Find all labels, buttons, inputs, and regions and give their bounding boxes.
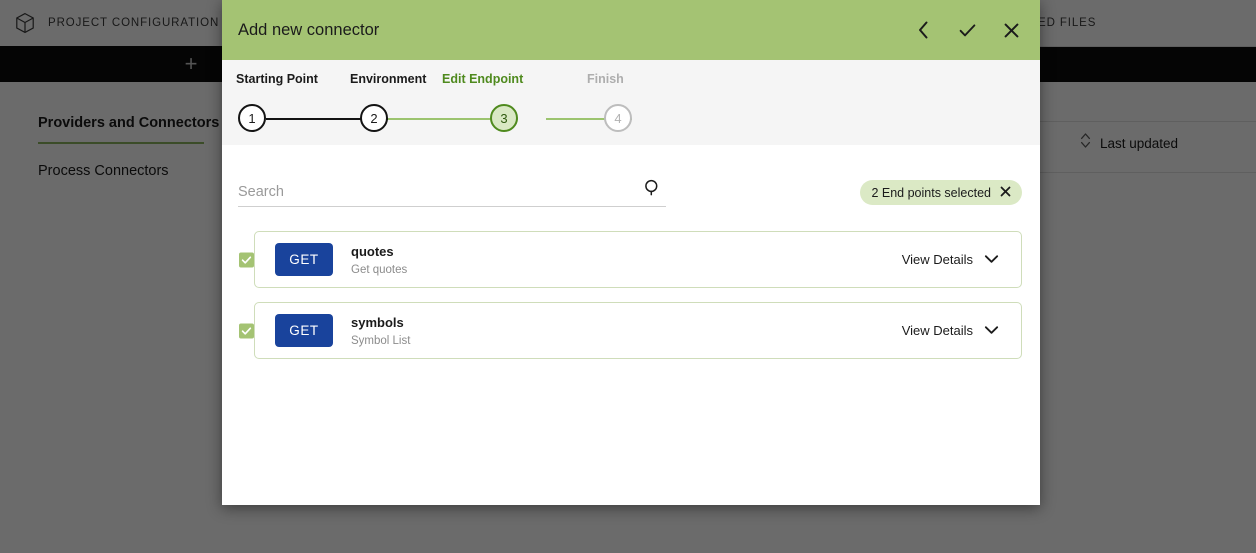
- selected-endpoints-chip-label: 2 End points selected: [871, 185, 991, 200]
- search-field[interactable]: [238, 179, 666, 207]
- endpoint-text: quotes Get quotes: [351, 243, 407, 276]
- step-node-3[interactable]: 3: [490, 104, 518, 132]
- view-details-button[interactable]: View Details: [902, 252, 999, 267]
- back-icon[interactable]: [912, 19, 934, 41]
- chevron-down-icon: [984, 323, 999, 338]
- view-details-label: View Details: [901, 252, 973, 267]
- add-connector-dialog: Add new connector Starting Point Environ…: [222, 0, 1040, 505]
- step-label-3: Edit Endpoint: [442, 72, 524, 86]
- view-details-label: View Details: [901, 323, 973, 338]
- endpoint-description: Get quotes: [351, 264, 408, 276]
- endpoint-checkbox[interactable]: [239, 323, 254, 338]
- dialog-body: 2 End points selected GET qu: [222, 145, 1040, 505]
- close-icon[interactable]: [1000, 19, 1022, 41]
- step-label-4: Finish: [587, 72, 624, 86]
- wizard-stepper: Starting Point Environment Edit Endpoint…: [222, 60, 1040, 145]
- step-node-2[interactable]: 2: [360, 104, 388, 132]
- endpoint-name: quotes: [351, 244, 394, 259]
- endpoint-name: symbols: [351, 315, 404, 330]
- endpoint-row[interactable]: GET symbols Symbol List View Details: [239, 302, 1022, 359]
- close-icon[interactable]: [1000, 184, 1011, 202]
- view-details-button[interactable]: View Details: [902, 323, 999, 338]
- stepper-track: 1 2 3 4: [222, 104, 1040, 134]
- chevron-down-icon: [984, 252, 999, 267]
- step-node-4[interactable]: 4: [604, 104, 632, 132]
- selected-endpoints-chip[interactable]: 2 End points selected: [860, 180, 1022, 205]
- endpoint-checkbox[interactable]: [239, 252, 254, 267]
- http-method-badge[interactable]: GET: [275, 243, 333, 276]
- endpoint-list: GET quotes Get quotes View Details GET s…: [238, 231, 1022, 359]
- step-node-1[interactable]: 1: [238, 104, 266, 132]
- stepper-labels: Starting Point Environment Edit Endpoint…: [222, 72, 1040, 92]
- endpoint-description: Symbol List: [351, 335, 411, 347]
- search-row: 2 End points selected: [238, 171, 1022, 207]
- http-method-badge[interactable]: GET: [275, 314, 333, 347]
- endpoint-row[interactable]: GET quotes Get quotes View Details: [239, 231, 1022, 288]
- step-label-1: Starting Point: [236, 72, 318, 86]
- step-label-2: Environment: [350, 72, 427, 86]
- dialog-header: Add new connector: [222, 0, 1040, 60]
- search-icon[interactable]: [643, 178, 662, 202]
- dialog-title: Add new connector: [238, 20, 380, 39]
- endpoint-text: symbols Symbol List: [351, 314, 410, 347]
- confirm-icon[interactable]: [956, 19, 978, 41]
- dialog-header-actions: [912, 19, 1022, 41]
- search-input[interactable]: [238, 184, 666, 200]
